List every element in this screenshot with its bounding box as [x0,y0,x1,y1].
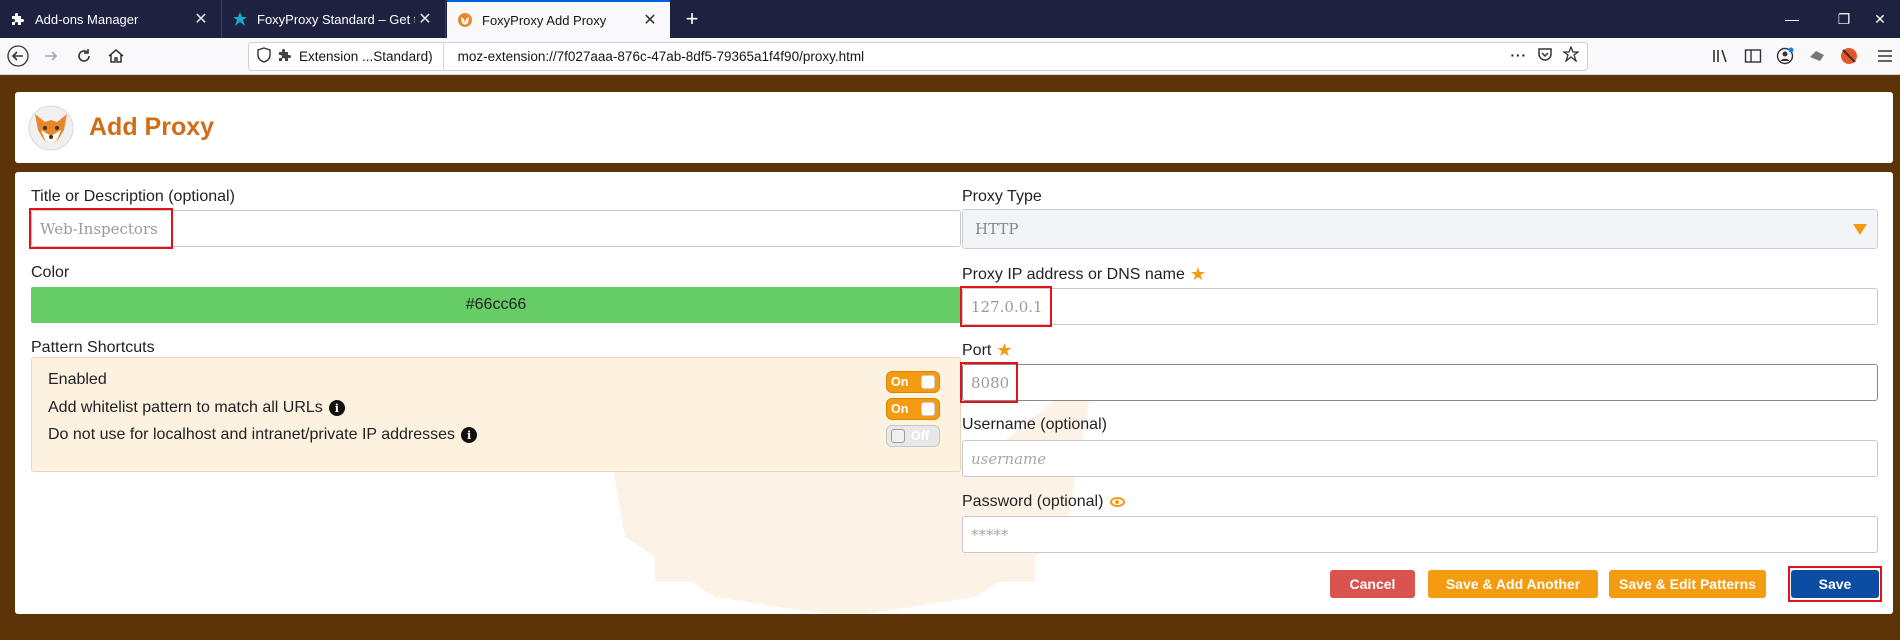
extension-puzzle-icon [277,47,293,66]
save-add-another-button[interactable]: Save & Add Another [1428,570,1598,598]
pattern-row-localhost: Do not use for localhost and intranet/pr… [48,426,478,444]
pattern-shortcuts-panel: Enabled On Add whitelist pattern to matc… [31,357,961,472]
enabled-toggle[interactable]: On [886,371,940,393]
password-label: Password (optional) [962,493,1126,511]
password-label-text: Password (optional) [962,493,1104,510]
pattern-row-label: Add whitelist pattern to match all URLs [48,399,323,416]
pattern-row-label: Do not use for localhost and intranet/pr… [48,426,456,443]
foxyproxy-star-icon [232,11,248,27]
menu-icon[interactable] [1870,42,1900,70]
url-bar[interactable]: Extension ...Standard) moz-extension://7… [248,42,1588,71]
page-title: Add Proxy [89,113,215,141]
tab-title: FoxyProxy Add Proxy [482,12,607,28]
tab-foxyproxy-amo[interactable]: FoxyProxy Standard – Get this E ✕ [222,0,446,38]
info-icon[interactable]: i [461,427,478,443]
cancel-button[interactable]: Cancel [1330,570,1415,598]
port-input[interactable] [962,364,1878,401]
navigation-toolbar: Extension ...Standard) moz-extension://7… [0,38,1900,75]
tab-foxyproxy-add-proxy[interactable]: FoxyProxy Add Proxy ✕ [447,0,670,38]
localhost-toggle[interactable]: Off [886,425,940,447]
tab-addons-manager[interactable]: Add-ons Manager ✕ [0,0,222,38]
pattern-row-enabled: Enabled [48,371,107,389]
color-picker[interactable]: #66cc66 [31,287,961,323]
puzzle-icon [10,11,26,27]
save-button[interactable]: Save [1791,570,1879,598]
site-identity[interactable]: Extension ...Standard) [249,43,444,70]
reload-icon[interactable] [69,42,99,70]
proxy-ip-input[interactable] [962,288,1878,325]
proxy-ip-label-text: Proxy IP address or DNS name [962,265,1185,283]
color-label: Color [31,264,70,281]
new-tab-button[interactable]: + [678,5,706,33]
eye-icon[interactable] [1110,497,1126,507]
title-label: Title or Description (optional) [31,188,235,205]
toggle-state: Off [911,429,930,443]
username-input[interactable] [962,440,1878,477]
pattern-row-whitelist: Add whitelist pattern to match all URLs … [48,399,345,417]
info-icon[interactable]: i [328,400,345,416]
pocket-icon[interactable] [1537,46,1553,65]
proxy-ip-label: Proxy IP address or DNS name ★ [962,264,1206,285]
chevron-down-icon [1853,224,1867,235]
sidebar-icon[interactable] [1738,42,1768,70]
window-close-icon[interactable]: ✕ [1860,0,1900,38]
close-icon[interactable]: ✕ [415,9,435,29]
tab-title: FoxyProxy Standard – Get this E [257,11,415,27]
port-label-text: Port [962,341,992,359]
shield-icon[interactable] [257,47,271,66]
tab-title: Add-ons Manager [35,11,139,27]
tab-strip: Add-ons Manager ✕ FoxyProxy Standard – G… [0,0,1900,38]
add-proxy-form: Title or Description (optional) Color #6… [15,172,1893,614]
bookmark-star-icon[interactable] [1562,45,1580,65]
foxyproxy-logo [27,104,75,152]
toggle-state: On [891,375,909,389]
close-icon[interactable]: ✕ [191,9,211,29]
required-star-icon: ★ [996,340,1013,360]
pattern-shortcuts-label: Pattern Shortcuts [31,339,155,356]
password-input[interactable] [962,516,1878,553]
proxy-type-value: HTTP [975,220,1019,238]
proxy-type-label: Proxy Type [962,188,1042,205]
close-icon[interactable]: ✕ [640,10,660,30]
proxy-type-select[interactable]: HTTP [962,209,1878,249]
required-star-icon: ★ [1189,264,1207,284]
page-header: Add Proxy [15,92,1893,163]
save-edit-patterns-button[interactable]: Save & Edit Patterns [1609,570,1766,598]
color-value: #66cc66 [465,296,527,313]
foxyproxy-toolbar-icon[interactable] [1834,42,1864,70]
account-icon[interactable] [1770,42,1800,70]
url-text[interactable]: moz-extension://7f027aaa-876c-47ab-8df5-… [444,49,865,64]
page-actions-icon[interactable]: ··· [1511,48,1528,63]
minimize-icon[interactable]: — [1765,0,1819,38]
port-label: Port ★ [962,340,1012,361]
forward-icon[interactable] [36,42,66,70]
extension-fox-icon[interactable] [1802,42,1832,70]
foxyproxy-fox-icon [457,12,473,28]
username-label: Username (optional) [962,416,1107,433]
toggle-state: On [891,402,909,416]
back-icon[interactable] [3,42,33,70]
whitelist-toggle[interactable]: On [886,398,940,420]
pattern-row-label: Enabled [48,371,107,388]
library-icon[interactable] [1706,42,1736,70]
identity-label: Extension ...Standard) [299,49,433,64]
home-icon[interactable] [101,42,131,70]
title-input[interactable] [31,210,961,247]
